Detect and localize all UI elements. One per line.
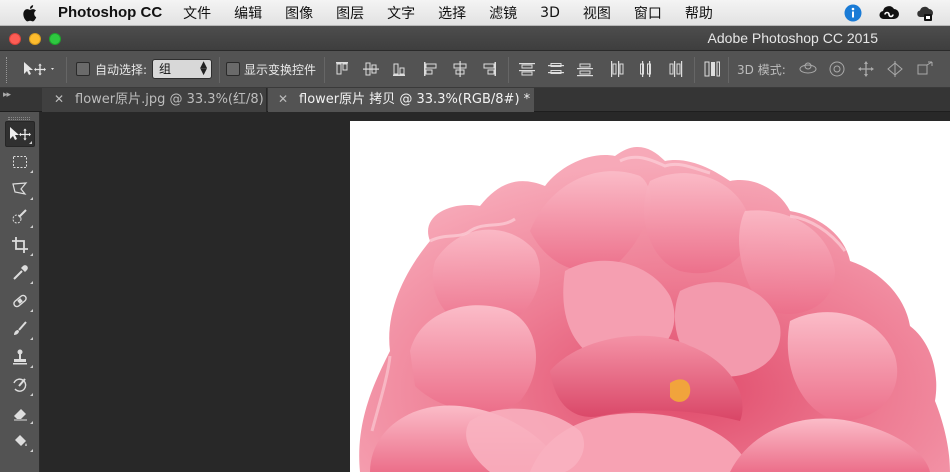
distribute-right-edges-icon[interactable] [666, 60, 684, 78]
menu-window[interactable]: 窗口 [634, 3, 662, 23]
zoom-window-button[interactable] [49, 33, 61, 45]
distribute-left-edges-icon[interactable] [608, 60, 626, 78]
scale-3d-object-icon[interactable] [915, 60, 933, 78]
move-tool-button[interactable] [5, 121, 35, 147]
auto-select-dropdown[interactable]: 组 ▲ ▼ [152, 59, 212, 79]
tools-panel [0, 112, 40, 472]
slide-3d-object-icon[interactable] [885, 60, 903, 78]
options-bar: 自动选择: 组 ▲ ▼ 显示变换控件 3D 模式: [0, 51, 950, 88]
eraser-icon [14, 409, 27, 421]
bandage-icon [13, 294, 27, 308]
history-brush-icon [13, 378, 27, 392]
dropdown-stepper-icon: ▲ ▼ [200, 60, 207, 77]
tab-label: flower原片.jpg @ 33.3%(红/8) [75, 92, 264, 107]
menu-file[interactable]: 文件 [183, 3, 211, 23]
document-tab-strip: ▸▸ ✕ flower原片.jpg @ 33.3%(红/8) ✕ flower原片 … [0, 88, 950, 112]
menu-layer[interactable]: 图层 [336, 3, 364, 23]
align-bottom-edges-icon[interactable] [390, 60, 408, 78]
distribute-top-edges-icon[interactable] [518, 60, 536, 78]
pink-flower-image [359, 146, 950, 472]
align-top-edges-icon[interactable] [333, 60, 351, 78]
menu-bar: Photoshop CC 文件 编辑 图像 图层 文字 选择 滤镜 3D 视图 … [0, 0, 950, 26]
info-icon[interactable] [842, 2, 864, 24]
distribute-horizontal-centers-icon[interactable] [637, 60, 655, 78]
distribute-vertical-centers-icon[interactable] [547, 60, 565, 78]
crop-tool-button[interactable] [5, 232, 35, 258]
history-brush-tool-button[interactable] [5, 372, 35, 398]
paint-bucket-icon [15, 435, 27, 446]
close-window-button[interactable] [9, 33, 21, 45]
rectangular-marquee-icon [13, 156, 27, 168]
auto-select-value: 组 [159, 62, 172, 76]
window-title-bar: Adobe Photoshop CC 2015 [0, 26, 950, 51]
rotate-3d-object-icon[interactable] [798, 60, 817, 78]
tab-flower-copy[interactable]: ✕ flower原片 拷贝 @ 33.3%(RGB/8#) * [268, 88, 534, 112]
brush-tool-button[interactable] [5, 316, 35, 342]
eraser-tool-button[interactable] [5, 400, 35, 426]
align-left-edges-icon[interactable] [422, 60, 440, 78]
show-transform-label: 显示变换控件 [244, 63, 317, 77]
align-horizontal-centers-icon[interactable] [451, 60, 469, 78]
quick-selection-tool-button[interactable] [5, 204, 35, 230]
apple-icon[interactable] [18, 0, 40, 26]
roll-3d-object-icon[interactable] [828, 60, 846, 78]
menu-3d[interactable]: 3D [540, 5, 560, 21]
mode-3d-label: 3D 模式: [737, 63, 786, 77]
document-canvas[interactable] [350, 121, 950, 472]
drag-3d-object-icon[interactable] [857, 60, 875, 78]
auto-align-layers-icon[interactable] [703, 60, 721, 78]
marquee-tool-button[interactable] [5, 149, 35, 175]
creative-cloud-icon[interactable] [878, 2, 900, 24]
paint-bucket-tool-button[interactable] [5, 428, 35, 454]
panel-collapse-icon[interactable]: ▸▸ [3, 90, 11, 100]
healing-brush-tool-button[interactable] [5, 288, 35, 314]
menu-help[interactable]: 帮助 [685, 3, 713, 23]
close-tab-icon[interactable]: ✕ [54, 88, 68, 111]
show-transform-checkbox[interactable] [226, 62, 240, 76]
menu-filter[interactable]: 滤镜 [489, 3, 517, 23]
menu-edit[interactable]: 编辑 [234, 3, 262, 23]
app-menu[interactable]: Photoshop CC [58, 4, 162, 21]
tab-flower-original[interactable]: ✕ flower原片.jpg @ 33.3%(红/8) [42, 88, 267, 112]
close-tab-icon[interactable]: ✕ [278, 88, 292, 111]
cloud-sync-icon[interactable] [914, 2, 936, 24]
align-vertical-centers-icon[interactable] [362, 60, 380, 78]
auto-select-checkbox[interactable] [76, 62, 90, 76]
tools-panel-grip[interactable] [8, 117, 30, 120]
move-tool-preset-icon[interactable] [22, 60, 58, 82]
menu-type[interactable]: 文字 [387, 3, 415, 23]
menu-image[interactable]: 图像 [285, 3, 313, 23]
quick-selection-icon [12, 209, 27, 224]
distribute-bottom-edges-icon[interactable] [576, 60, 594, 78]
menu-view[interactable]: 视图 [583, 3, 611, 23]
options-grip[interactable] [6, 57, 10, 83]
polygonal-lasso-icon [12, 182, 28, 195]
tab-label: flower原片 拷贝 @ 33.3%(RGB/8#) * [299, 92, 531, 107]
window-title: Adobe Photoshop CC 2015 [707, 30, 878, 46]
clone-stamp-tool-button[interactable] [5, 344, 35, 370]
brush-icon [14, 321, 27, 335]
minimize-window-button[interactable] [29, 33, 41, 45]
stamp-icon [13, 349, 27, 365]
crop-icon [12, 237, 28, 253]
lasso-tool-button[interactable] [5, 176, 35, 202]
eyedropper-icon [13, 265, 28, 280]
auto-select-label: 自动选择: [95, 63, 148, 77]
menu-select[interactable]: 选择 [438, 3, 466, 23]
align-right-edges-icon[interactable] [480, 60, 498, 78]
eyedropper-tool-button[interactable] [5, 260, 35, 286]
